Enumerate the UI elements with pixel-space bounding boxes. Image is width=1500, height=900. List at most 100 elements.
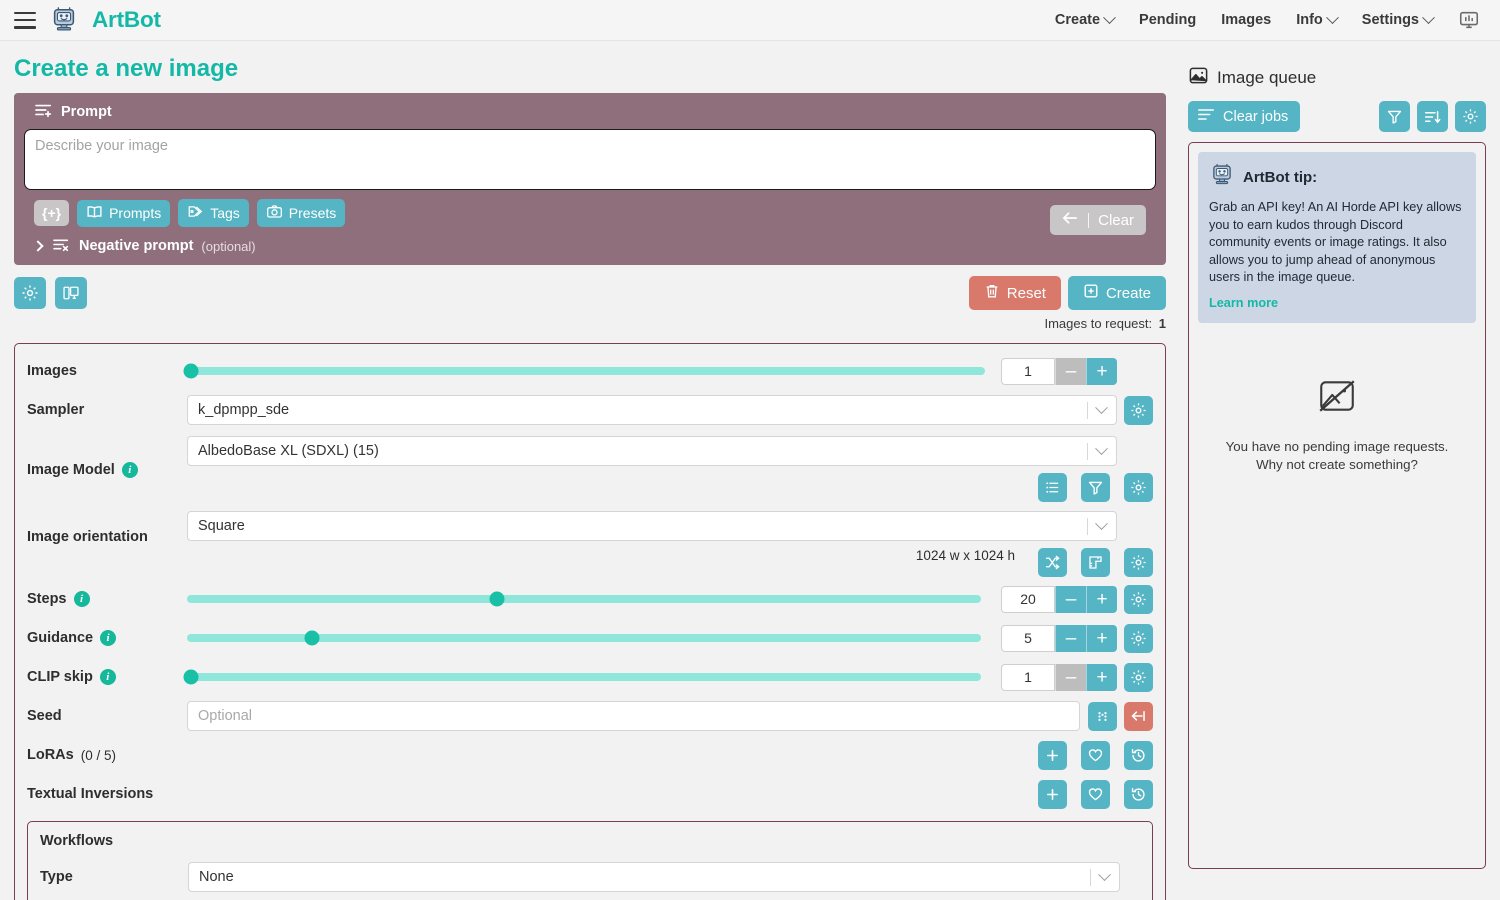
images-value[interactable]: 1 (1001, 357, 1055, 385)
plus-box-icon (1083, 283, 1099, 303)
chevron-down-icon (1325, 10, 1339, 24)
queue-settings-button[interactable] (1455, 101, 1486, 132)
monitor-stats-icon[interactable] (1458, 9, 1480, 31)
prompt-insert-button[interactable]: {+} (34, 200, 70, 226)
prompts-library-button[interactable]: Prompts (77, 199, 171, 227)
clear-jobs-button[interactable]: Clear jobs (1188, 101, 1301, 132)
setting-row-clip-skip: CLIP skip i 1 – + (27, 660, 1153, 694)
workflow-type-select[interactable]: None (188, 862, 1120, 892)
loras-icon-row (227, 740, 1153, 770)
guidance-decrement-button[interactable]: – (1055, 624, 1086, 652)
loras-label: LoRAs (27, 747, 74, 763)
info-icon[interactable]: i (73, 591, 90, 607)
textual-inversions-history-button[interactable] (1124, 779, 1153, 809)
hamburger-icon[interactable] (14, 11, 36, 29)
guidance-increment-button[interactable]: + (1086, 624, 1117, 652)
clip-skip-slider[interactable] (183, 669, 981, 685)
chevron-right-icon (32, 240, 44, 252)
orientation-ruler-button[interactable] (1081, 548, 1110, 577)
clip-skip-decrement-button[interactable]: – (1055, 663, 1086, 691)
prompt-toolbar: {+} Prompts Tags Presets (24, 199, 1156, 227)
clip-skip-value[interactable]: 1 (1001, 663, 1055, 691)
sampler-settings-button[interactable] (1124, 395, 1153, 425)
chevron-down-icon (1098, 867, 1111, 881)
loras-history-button[interactable] (1124, 740, 1153, 770)
clip-skip-settings-button[interactable] (1124, 662, 1153, 692)
reset-button[interactable]: Reset (968, 276, 1061, 310)
images-slider[interactable] (183, 363, 985, 379)
steps-slider-thumb[interactable] (489, 591, 505, 607)
steps-value[interactable]: 20 (1001, 585, 1055, 613)
guidance-value[interactable]: 5 (1001, 624, 1055, 652)
tags-button[interactable]: Tags (178, 199, 249, 227)
workflows-title: Workflows (40, 833, 114, 849)
steps-slider[interactable] (187, 591, 981, 607)
images-decrement-button[interactable]: – (1055, 357, 1086, 385)
textual-inversions-favorites-button[interactable] (1081, 779, 1110, 809)
image-model-select[interactable]: AlbedoBase XL (SDXL) (15) (187, 436, 1117, 466)
image-model-list-button[interactable] (1038, 473, 1067, 502)
page-title: Create a new image (14, 55, 239, 82)
loras-favorites-button[interactable] (1081, 740, 1110, 770)
nav-item-images[interactable]: Images (1221, 12, 1271, 28)
nav-item-info[interactable]: Info (1296, 10, 1339, 28)
prompt-input[interactable] (24, 129, 1156, 190)
seed-label: Seed (27, 708, 62, 724)
list-plus-icon (34, 102, 54, 122)
seed-random-button[interactable] (1088, 701, 1117, 731)
steps-label-group: Steps i (27, 591, 187, 607)
nav-item-create[interactable]: Create (1054, 10, 1116, 28)
orientation-shuffle-button[interactable] (1038, 548, 1067, 577)
images-slider-thumb[interactable] (183, 363, 199, 379)
loras-add-button[interactable] (1038, 740, 1067, 770)
textual-inversions-add-button[interactable] (1038, 779, 1067, 809)
info-icon[interactable]: i (121, 462, 138, 478)
device-preview-button[interactable] (55, 277, 87, 309)
images-label: Images (27, 363, 77, 379)
nav-item-settings[interactable]: Settings (1362, 10, 1435, 28)
steps-decrement-button[interactable]: – (1055, 585, 1086, 613)
sampler-label: Sampler (27, 402, 85, 418)
info-icon[interactable]: i (100, 630, 117, 646)
clip-skip-stepper: 1 – + (1001, 663, 1117, 691)
presets-button[interactable]: Presets (256, 199, 346, 227)
guidance-slider-thumb[interactable] (304, 630, 320, 646)
orientation-select[interactable]: Square (187, 511, 1117, 541)
clear-jobs-label: Clear jobs (1223, 108, 1289, 125)
seed-reset-button[interactable] (1124, 701, 1153, 731)
sampler-select[interactable]: k_dpmpp_sde (187, 395, 1117, 425)
info-icon[interactable]: i (99, 669, 116, 685)
queue-sort-button[interactable] (1417, 101, 1448, 132)
guidance-settings-button[interactable] (1124, 623, 1153, 653)
images-increment-button[interactable]: + (1086, 357, 1117, 385)
steps-settings-button[interactable] (1124, 584, 1153, 614)
clip-skip-increment-button[interactable]: + (1086, 663, 1117, 691)
seed-input[interactable] (187, 701, 1080, 731)
image-queue-body: ArtBot tip: Grab an API key! An AI Horde… (1188, 142, 1486, 869)
steps-stepper: 20 – + (1001, 585, 1117, 613)
book-icon (86, 205, 103, 222)
image-model-settings-button[interactable] (1124, 473, 1153, 502)
clip-skip-slider-thumb[interactable] (183, 669, 199, 685)
image-model-value: AlbedoBase XL (SDXL) (15) (198, 443, 379, 459)
steps-increment-button[interactable]: + (1086, 585, 1117, 613)
loras-count: (0 / 5) (80, 747, 116, 763)
guidance-slider[interactable] (187, 630, 981, 646)
artbot-robot-logo-icon (49, 5, 79, 35)
queue-filter-button[interactable] (1379, 101, 1410, 132)
robot-icon (1209, 162, 1235, 192)
images-to-request: Images to request: 1 (14, 316, 1166, 331)
prompt-heading: Prompt (24, 102, 1156, 122)
nav-item-create-label: Create (1054, 12, 1101, 28)
learn-more-link[interactable]: Learn more (1209, 296, 1278, 310)
orientation-settings-button[interactable] (1124, 548, 1153, 577)
image-queue-column: Image queue Clear jobs ArtBot tip: Grab … (1180, 41, 1500, 900)
clear-prompt-button[interactable]: Clear (1050, 205, 1146, 235)
sampler-value: k_dpmpp_sde (198, 402, 290, 418)
create-button[interactable]: Create (1067, 276, 1166, 310)
nav-item-pending[interactable]: Pending (1139, 12, 1196, 28)
image-model-filter-button[interactable] (1081, 473, 1110, 502)
brand-name[interactable]: ArtBot (92, 7, 161, 33)
advanced-settings-button[interactable] (14, 277, 46, 309)
negative-prompt-toggle[interactable]: Negative prompt (optional) (24, 237, 1156, 259)
